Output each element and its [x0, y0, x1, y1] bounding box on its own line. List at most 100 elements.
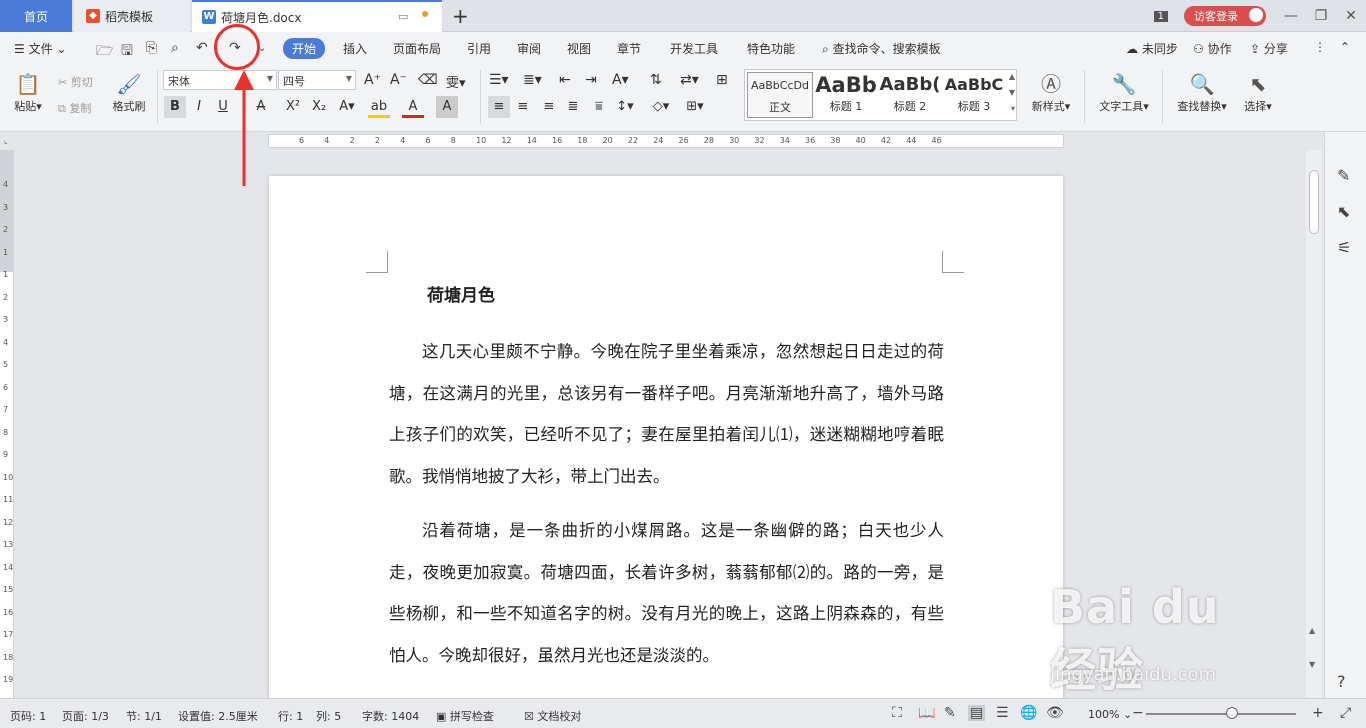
menu-review[interactable]: 审阅 [517, 40, 541, 57]
borders-icon[interactable]: ⊞▾ [684, 96, 706, 118]
text-effect-icon[interactable]: A▾ [336, 96, 358, 118]
doc-check-button[interactable]: ☒ 文档校对 [524, 708, 581, 724]
pen-icon[interactable]: ✎ [1337, 166, 1350, 185]
pointer-icon[interactable]: ⬉ [1337, 202, 1350, 221]
undo-icon[interactable]: ↶ [196, 40, 208, 56]
chevron-up-icon[interactable]: ▲ [1009, 72, 1015, 81]
status-row[interactable]: 行: 1 [278, 708, 303, 724]
zoom-level[interactable]: 100% ⌄ [1088, 708, 1132, 721]
grow-font-icon[interactable]: A⁺ [364, 72, 381, 88]
zoom-slider[interactable] [1146, 713, 1296, 715]
clear-format-icon[interactable]: ⌫ [418, 72, 438, 88]
font-size-select[interactable]: 四号 ▼ [278, 70, 356, 90]
align-center-icon[interactable]: ≡ [512, 96, 534, 118]
scrollbar-thumb[interactable] [1309, 170, 1319, 234]
numbered-list-icon[interactable]: ≣▾ [523, 72, 542, 88]
chinese-layout-icon[interactable]: A▾ [612, 72, 629, 88]
new-tab-button[interactable]: + [452, 4, 469, 28]
sort-icon[interactable]: ⇅ [650, 72, 662, 88]
menu-view[interactable]: 视图 [567, 40, 591, 57]
subscript-icon[interactable]: X₂ [308, 96, 330, 118]
status-setting[interactable]: 设置值: 2.5厘米 [178, 708, 258, 724]
align-left-icon[interactable]: ≡ [488, 96, 510, 118]
document-title[interactable]: 荷塘月色 [427, 281, 495, 306]
export-icon[interactable]: ⎘ [146, 40, 157, 56]
font-color-icon[interactable]: A [402, 96, 424, 118]
zoom-out-icon[interactable]: − [1132, 705, 1144, 721]
menu-page-layout[interactable]: 页面布局 [393, 40, 441, 57]
highlight-icon[interactable]: ab [368, 96, 390, 118]
table-icon[interactable]: ⊞ [716, 72, 728, 88]
tab-home[interactable]: 首页 [0, 0, 72, 32]
status-word-count[interactable]: 字数: 1404 [362, 708, 419, 724]
char-shading-icon[interactable]: A [436, 96, 458, 118]
collapse-ribbon-icon[interactable]: ⌃ [1340, 40, 1350, 54]
decrease-indent-icon[interactable]: ⇤ [559, 72, 571, 88]
show-marks-icon[interactable]: ⇄▾ [680, 72, 699, 88]
paste-button[interactable]: 📋 粘贴▾ [10, 70, 46, 114]
status-page-number[interactable]: 页码: 1 [10, 708, 46, 724]
italic-icon[interactable]: I [188, 96, 210, 118]
help-icon[interactable]: ? [1337, 672, 1346, 691]
paragraph[interactable]: 沿着荷塘，是一条曲折的小煤屑路。这是一条幽僻的路；白天也少人走，夜晚更加寂寞。荷… [389, 510, 944, 676]
menu-references[interactable]: 引用 [467, 40, 491, 57]
tab-stop-icon[interactable]: ⌞ [4, 136, 8, 145]
fullscreen-icon[interactable]: ⛶ [892, 705, 902, 721]
document-page[interactable]: 荷塘月色 这几天心里颇不宁静。今晚在院子里坐着乘凉，忽然想起日日走过的荷塘，在这… [269, 176, 1063, 698]
menu-start[interactable]: 开始 [283, 38, 326, 59]
shrink-font-icon[interactable]: A⁻ [390, 72, 407, 88]
shading-icon[interactable]: ◇▾ [650, 96, 672, 118]
paragraph[interactable]: 这几天心里颇不宁静。今晚在院子里坐着乘凉，忽然想起日日走过的荷塘，在这满月的光里… [389, 331, 944, 497]
style-heading-3[interactable]: AaBbC 标题 3 [941, 72, 1007, 118]
share-button[interactable]: ⇪ 分享 [1250, 40, 1288, 57]
tab-docer-templates[interactable]: ◆ 稻壳模板 [74, 0, 190, 32]
bullet-list-icon[interactable]: ☰▾ [489, 72, 509, 88]
bold-icon[interactable]: B [164, 96, 186, 118]
status-column[interactable]: 列: 5 [316, 708, 341, 724]
sync-button[interactable]: ☁ 未同步 [1126, 40, 1178, 57]
superscript-icon[interactable]: X² [282, 96, 304, 118]
line-spacing-icon[interactable]: ↕▾ [614, 96, 636, 118]
underline-icon[interactable]: U [212, 96, 234, 118]
ruler-track[interactable]: 6 4 2 2 4 6 8 10 12 14 16 18 20 22 24 26 28 30 32 34 36 38 40 4… [268, 134, 1064, 148]
chevron-down-icon[interactable]: ▼ [1009, 88, 1015, 97]
minimize-icon[interactable]: — [1276, 8, 1306, 24]
align-right-icon[interactable]: ≡ [538, 96, 560, 118]
menu-features[interactable]: 特色功能 [747, 40, 795, 57]
expand-icon[interactable]: ▾ [1011, 104, 1015, 113]
command-search[interactable]: ⌕ 查找命令、搜索模板 [822, 40, 941, 57]
save-icon[interactable]: 🖫 [121, 40, 133, 64]
style-heading-2[interactable]: AaBb(标题 2 [877, 72, 943, 118]
select-button[interactable]: ⬉ 选择▾ [1238, 70, 1278, 114]
guest-login-button[interactable]: 访客登录 [1184, 6, 1266, 26]
distribute-icon[interactable]: ⩸ [588, 96, 610, 118]
copy-button[interactable]: ⧉ 复制 [58, 100, 91, 116]
restore-icon[interactable]: ❐ [1306, 8, 1336, 24]
settings-sliders-icon[interactable]: ⚟ [1337, 238, 1351, 257]
font-name-select[interactable]: 宋体 ▼ [163, 70, 277, 90]
file-menu[interactable]: ☰ 文件 ⌄ [14, 40, 66, 57]
find-replace-button[interactable]: 🔍 查找替换▾ [1170, 70, 1234, 114]
vertical-scrollbar[interactable]: ▲ ▼ [1306, 150, 1322, 698]
status-page[interactable]: 页面: 1/3 [62, 708, 109, 724]
print-preview-icon[interactable]: ⌕ [171, 40, 179, 56]
eye-protect-icon[interactable]: 👁 [1046, 705, 1064, 721]
web-view-icon[interactable]: 🌐 [1020, 705, 1037, 721]
page-view-icon[interactable]: ▤ [968, 705, 986, 721]
format-painter-button[interactable]: 🖌 格式刷 [108, 70, 150, 114]
outline-view-icon[interactable]: ☰ [996, 705, 1009, 721]
page-up-icon[interactable]: ▲ [1309, 626, 1315, 635]
fit-page-icon[interactable]: ⤢ [1340, 705, 1351, 721]
increase-indent-icon[interactable]: ⇥ [585, 72, 597, 88]
phonetic-icon[interactable]: 雯▾ [446, 72, 466, 91]
status-section[interactable]: 节: 1/1 [126, 708, 162, 724]
menu-developer[interactable]: 开发工具 [670, 40, 718, 57]
style-normal[interactable]: AaBbCcDd 正文 [747, 72, 813, 118]
menu-chapter[interactable]: 章节 [617, 40, 641, 57]
text-tools-button[interactable]: 🔧 文字工具▾ [1092, 70, 1156, 114]
close-icon[interactable]: ✕ [1336, 8, 1366, 24]
cut-button[interactable]: ✂ 剪切 [58, 74, 93, 90]
more-icon[interactable]: ⋮ [1314, 40, 1326, 54]
menu-insert[interactable]: 插入 [343, 40, 367, 57]
edit-mode-icon[interactable]: ✎ [944, 705, 956, 721]
